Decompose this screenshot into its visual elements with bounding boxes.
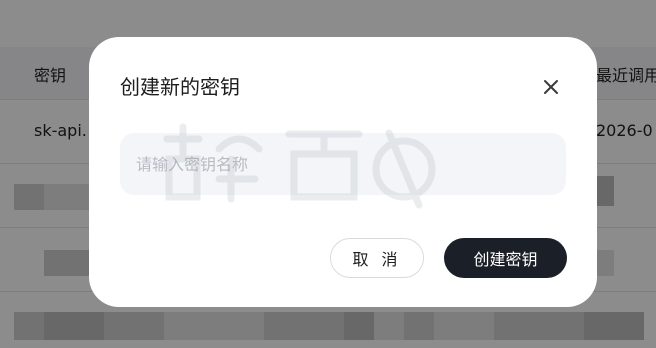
create-key-button[interactable]: 创建密钥 <box>444 238 567 278</box>
api-keys-page: 密钥 最近调用 sk-api. 2026-0 创建新的密钥 请输入密钥名称 取 … <box>0 0 656 348</box>
close-button[interactable] <box>535 71 567 103</box>
cancel-button[interactable]: 取 消 <box>330 238 424 278</box>
create-key-dialog: 创建新的密钥 取 消 创建密钥 <box>89 37 597 307</box>
dialog-title: 创建新的密钥 <box>120 75 240 99</box>
close-icon <box>543 79 559 95</box>
key-name-input[interactable] <box>120 133 566 195</box>
